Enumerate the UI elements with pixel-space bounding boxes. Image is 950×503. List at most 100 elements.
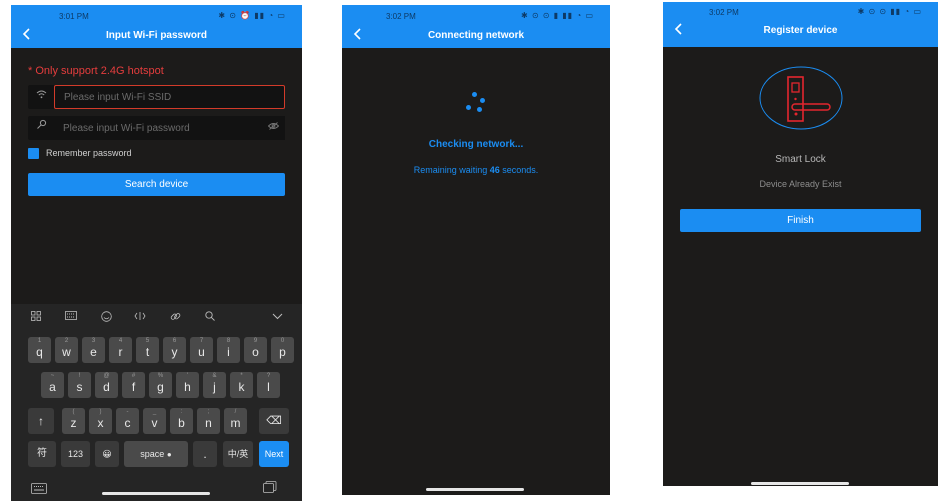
- emoji-icon[interactable]: [98, 311, 114, 325]
- key-label: d: [103, 380, 110, 394]
- key-secondary-label: :: [180, 409, 183, 415]
- keyboard-layout-icon[interactable]: [63, 311, 79, 325]
- search-icon[interactable]: [202, 311, 218, 325]
- numbers-key[interactable]: 123: [61, 441, 90, 467]
- key-b[interactable]: :b: [170, 408, 193, 434]
- key-p[interactable]: 0p: [271, 337, 294, 363]
- remaining-time-text: Remaining waiting 46 seconds.: [342, 165, 610, 175]
- checkbox[interactable]: [28, 148, 39, 159]
- key-label: s: [76, 380, 83, 394]
- keyboard-switch-icon[interactable]: [31, 481, 47, 499]
- key-m[interactable]: / m: [224, 408, 247, 434]
- key-l[interactable]: ? l: [257, 372, 280, 398]
- wifi-icon: [28, 85, 54, 109]
- key-h[interactable]: ' h: [176, 372, 199, 398]
- space-key[interactable]: space ●: [124, 441, 188, 467]
- key-label: b: [178, 416, 185, 430]
- key-label: j: [213, 380, 216, 394]
- language-key[interactable]: 中/英: [223, 441, 253, 467]
- key-s[interactable]: ! s: [68, 372, 91, 398]
- wifi-password-screen: 3:01 PM ✱ ⊙ ⏰ ▮▮ ◔ ▭ Input Wi-Fi passwor…: [11, 5, 302, 501]
- key-secondary-label: ): [99, 409, 102, 415]
- key-secondary-label: ?: [266, 373, 271, 379]
- key-j[interactable]: & j: [203, 372, 226, 398]
- remaining-seconds: 46: [489, 165, 500, 175]
- status-icons: ✱ ⊙ ⊙ ▮▮ ◔ ▭: [857, 7, 922, 16]
- clipboard-icon[interactable]: [263, 480, 277, 498]
- key-y[interactable]: 6y: [163, 337, 186, 363]
- warning-text: * Only support 2.4G hotspot: [28, 65, 164, 77]
- key-label: h: [184, 380, 191, 394]
- device-status: Device Already Exist: [759, 179, 842, 189]
- key-secondary-label: 6: [172, 338, 177, 344]
- key-q[interactable]: 1q: [28, 337, 51, 363]
- key-r[interactable]: 4r: [109, 337, 132, 363]
- chevron-down-icon[interactable]: [269, 311, 285, 325]
- status-bar: 3:02 PM ✱ ⊙ ⊙ ▮▮ ◔ ▭: [663, 2, 938, 22]
- cursor-icon[interactable]: [132, 311, 148, 325]
- key-label: l: [267, 380, 270, 394]
- period-key[interactable]: .: [193, 441, 217, 467]
- key-w[interactable]: 2w: [55, 337, 78, 363]
- key-u[interactable]: 7u: [190, 337, 213, 363]
- key-secondary-label: 3: [91, 338, 96, 344]
- key-d[interactable]: @ d: [95, 372, 118, 398]
- key-g[interactable]: % g: [149, 372, 172, 398]
- status-icons: ✱ ⊙ ⏰ ▮▮ ◔ ▭: [218, 11, 286, 20]
- search-device-button[interactable]: Search device: [28, 173, 285, 196]
- home-indicator[interactable]: [426, 488, 524, 491]
- password-input[interactable]: [54, 116, 285, 140]
- eye-slash-icon[interactable]: [267, 116, 280, 140]
- key-i[interactable]: 8i: [217, 337, 240, 363]
- key-label: w: [62, 345, 71, 359]
- home-indicator[interactable]: [102, 492, 210, 495]
- key-secondary-label: 9: [253, 338, 258, 344]
- key-c[interactable]: -c: [116, 408, 139, 434]
- grid-icon[interactable]: [28, 311, 44, 325]
- key-label: m: [230, 416, 241, 430]
- remaining-prefix: Remaining waiting: [413, 165, 490, 175]
- key-t[interactable]: 5t: [136, 337, 159, 363]
- app-header: 3:02 PM ✱ ⊙ ⊙ ▮▮ ◔ ▭ Register device: [663, 2, 938, 47]
- key-label: x: [97, 416, 104, 430]
- key-f[interactable]: # f: [122, 372, 145, 398]
- page-title: Register device: [763, 25, 838, 36]
- key-label: v: [151, 416, 158, 430]
- key-label: y: [171, 345, 178, 359]
- key-secondary-label: !: [78, 373, 81, 379]
- key-secondary-label: 7: [199, 338, 204, 344]
- shift-key[interactable]: ↑: [28, 408, 54, 434]
- status-bar: 3:01 PM ✱ ⊙ ⏰ ▮▮ ◔ ▭: [11, 5, 302, 25]
- page-title: Input Wi-Fi password: [105, 30, 207, 41]
- finish-button[interactable]: Finish: [680, 209, 921, 232]
- key-o[interactable]: 9o: [244, 337, 267, 363]
- key-secondary-label: *: [240, 373, 243, 379]
- app-header: 3:02 PM ✱ ⊙ ⊙ ▮ ▮▮ ◔ ▭ Connecting networ…: [342, 5, 610, 48]
- device-name: Smart Lock: [775, 154, 826, 165]
- key-label: r: [118, 345, 123, 359]
- key-icon: [28, 116, 54, 140]
- key-label: z: [70, 416, 77, 430]
- key-secondary-label: 1: [37, 338, 42, 344]
- key-v[interactable]: _ v: [143, 408, 166, 434]
- key-a[interactable]: ~ a: [41, 372, 64, 398]
- key-z[interactable]: (z: [62, 408, 85, 434]
- emoji-key[interactable]: 😀: [95, 441, 119, 467]
- key-secondary-label: ;: [207, 409, 210, 415]
- next-key[interactable]: Next: [259, 441, 289, 467]
- home-indicator[interactable]: [751, 482, 849, 485]
- key-x[interactable]: ) x: [89, 408, 112, 434]
- backspace-key[interactable]: ⌫: [259, 408, 289, 434]
- key-k[interactable]: * k: [230, 372, 253, 398]
- key-secondary-label: _: [152, 409, 157, 415]
- keyboard-bottom-bar: [11, 477, 302, 501]
- link-icon[interactable]: [167, 311, 183, 325]
- key-n[interactable]: ; n: [197, 408, 220, 434]
- key-label: a: [49, 380, 56, 394]
- key-e[interactable]: 3e: [82, 337, 105, 363]
- key-secondary-label: (: [72, 409, 75, 415]
- symbols-key[interactable]: 符: [28, 441, 56, 467]
- ssid-input[interactable]: [54, 85, 285, 109]
- status-time: 3:01 PM: [59, 12, 89, 21]
- key-secondary-label: 5: [145, 338, 150, 344]
